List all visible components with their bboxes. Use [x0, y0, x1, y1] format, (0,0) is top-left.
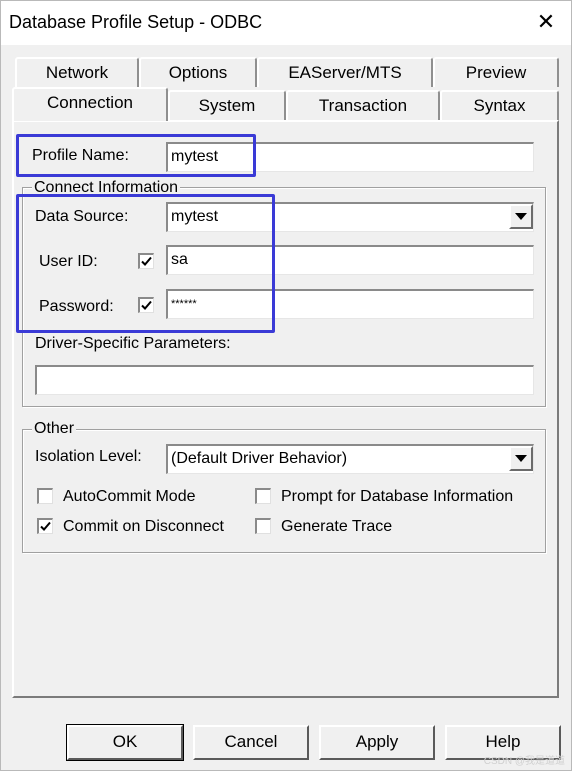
tab-transaction[interactable]: Transaction: [286, 90, 440, 120]
driver-params-label: Driver-Specific Parameters:: [35, 335, 231, 352]
checkmark-icon: [40, 521, 51, 531]
tab-options[interactable]: Options: [139, 57, 257, 87]
password-input[interactable]: ******: [166, 289, 534, 319]
tab-label: Network: [45, 63, 109, 82]
driver-params-input[interactable]: [35, 365, 534, 395]
commit-on-disconnect-checkbox[interactable]: [37, 518, 53, 534]
profile-name-input[interactable]: mytest: [166, 142, 534, 172]
prompt-database-info-checkbox[interactable]: [255, 488, 271, 504]
chevron-down-icon: [515, 455, 527, 462]
dialog-window: Database Profile Setup - ODBC ✕ Network …: [0, 0, 572, 771]
user-id-label: User ID:: [39, 253, 98, 270]
user-id-input[interactable]: sa: [166, 245, 534, 275]
close-icon: ✕: [536, 9, 556, 34]
profile-name-label: Profile Name:: [32, 147, 129, 164]
ok-button[interactable]: OK: [66, 724, 184, 761]
tab-label: Preview: [465, 63, 527, 82]
tab-syntax[interactable]: Syntax: [440, 90, 559, 120]
commit-on-disconnect-label: Commit on Disconnect: [63, 518, 224, 535]
tab-label: Options: [168, 63, 228, 82]
checkmark-icon: [141, 300, 152, 310]
isolation-level-dropdown-button[interactable]: [509, 446, 533, 471]
generate-trace-label: Generate Trace: [281, 518, 393, 535]
autocommit-checkbox[interactable]: [37, 488, 53, 504]
close-button[interactable]: ✕: [531, 7, 561, 37]
apply-button[interactable]: Apply: [319, 725, 435, 760]
other-legend: Other: [32, 420, 77, 438]
connect-information-legend: Connect Information: [32, 179, 181, 197]
data-source-dropdown-button[interactable]: [509, 204, 533, 229]
autocommit-label: AutoCommit Mode: [63, 488, 196, 505]
window-title: Database Profile Setup - ODBC: [9, 12, 263, 32]
isolation-level-value: (Default Driver Behavior): [171, 450, 348, 467]
data-source-label: Data Source:: [35, 208, 129, 225]
password-label: Password:: [39, 298, 114, 315]
tab-system[interactable]: System: [168, 90, 286, 120]
cancel-button[interactable]: Cancel: [193, 725, 309, 760]
tab-easerver-mts[interactable]: EAServer/MTS: [257, 57, 433, 87]
isolation-level-label: Isolation Level:: [35, 448, 142, 465]
tab-connection[interactable]: Connection: [12, 87, 168, 121]
tab-label: Connection: [46, 93, 133, 112]
isolation-level-dropdown[interactable]: (Default Driver Behavior): [166, 444, 534, 474]
tab-label: EAServer/MTS: [288, 63, 402, 82]
watermark: CSDN @我是道道: [483, 756, 565, 767]
password-checkbox[interactable]: [138, 297, 154, 313]
user-id-checkbox[interactable]: [138, 253, 154, 269]
data-source-value: mytest: [171, 208, 219, 225]
chevron-down-icon: [515, 213, 527, 220]
tab-label: System: [198, 96, 256, 115]
title-bar[interactable]: Database Profile Setup - ODBC ✕: [1, 1, 571, 45]
tab-label: Syntax: [473, 96, 526, 115]
tab-preview[interactable]: Preview: [433, 57, 559, 87]
tab-label: Transaction: [318, 96, 408, 115]
tab-network[interactable]: Network: [15, 57, 139, 87]
generate-trace-checkbox[interactable]: [255, 518, 271, 534]
data-source-dropdown[interactable]: mytest: [166, 202, 534, 232]
prompt-database-info-label: Prompt for Database Information: [281, 488, 514, 505]
checkmark-icon: [141, 256, 152, 266]
